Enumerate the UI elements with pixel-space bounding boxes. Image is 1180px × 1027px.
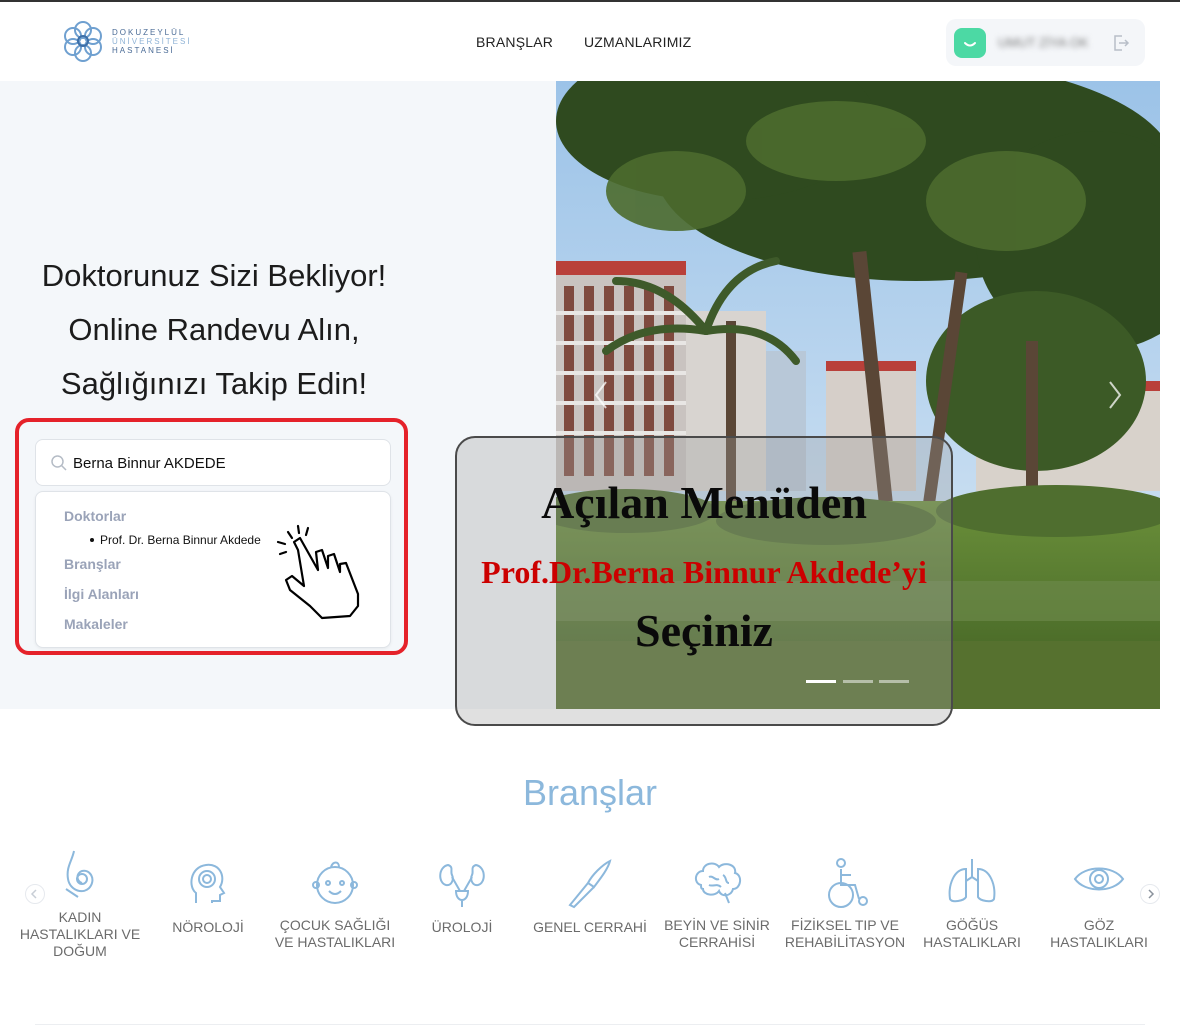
neurology-head-icon xyxy=(190,863,226,903)
branch-label: GÖĞÜS HASTALIKLARI xyxy=(923,917,1021,950)
category-interests: İlgi Alanları xyxy=(64,586,139,602)
list-bullet xyxy=(90,538,94,542)
branch-label: GENEL CERRAHİ xyxy=(533,919,647,935)
category-branches: Branşlar xyxy=(64,556,121,572)
logo-line-1: DOKUZEYLÜL xyxy=(112,28,186,37)
pointing-hand-icon xyxy=(276,524,360,620)
brain-icon xyxy=(695,862,741,904)
branch-label: NÖROLOJİ xyxy=(172,919,244,935)
branch-gynecology[interactable]: KADIN HASTALIKLARI VE DOĞUM xyxy=(17,845,143,959)
baby-face-icon xyxy=(312,861,358,904)
branch-label: GÖZ HASTALIKLARI xyxy=(1050,917,1148,950)
branch-label: ÜROLOJİ xyxy=(431,919,493,935)
eye-icon xyxy=(1073,867,1125,891)
logo-wordmark: DOKUZEYLÜL ÜNİVERSİTESİ HASTANESİ xyxy=(112,28,192,55)
branch-neurosurgery[interactable]: BEYİN VE SİNİR CERRAHİSİ xyxy=(654,845,780,950)
logo-line-2: ÜNİVERSİTESİ xyxy=(112,37,192,46)
hero-title: Doktorunuz Sizi Bekliyor! Online Randevu… xyxy=(0,249,428,411)
nav-specialists[interactable]: UZMANLARIMIZ xyxy=(584,34,691,50)
logo-flower-icon xyxy=(64,21,102,62)
hero-title-line-2: Online Randevu Alın, xyxy=(68,312,360,347)
pregnancy-icon xyxy=(65,850,94,898)
doctor-result-item[interactable]: Prof. Dr. Berna Binnur Akdede xyxy=(90,533,261,547)
carousel-indicator-3[interactable] xyxy=(879,680,909,683)
branch-physical-medicine[interactable]: FİZİKSEL TIP VE REHABİLİTASYON xyxy=(782,845,908,950)
lungs-icon xyxy=(948,859,996,903)
category-articles: Makaleler xyxy=(64,616,128,632)
smile-icon xyxy=(964,42,976,47)
nav-branches[interactable]: BRANŞLAR xyxy=(476,34,553,50)
search-input[interactable] xyxy=(73,452,373,474)
branch-pediatrics[interactable]: ÇOCUK SAĞLIĞI VE HASTALIKLARI xyxy=(272,845,398,950)
carousel-indicator-2[interactable] xyxy=(843,680,873,683)
hero-title-line-1: Doktorunuz Sizi Bekliyor! xyxy=(41,258,387,293)
search-box[interactable] xyxy=(35,439,391,486)
carousel-next-icon[interactable] xyxy=(1108,380,1122,410)
scalpel-icon xyxy=(568,859,612,909)
branch-label: BEYİN VE SİNİR CERRAHİSİ xyxy=(664,917,770,950)
branch-label: FİZİKSEL TIP VE REHABİLİTASYON xyxy=(784,917,906,950)
wheelchair-icon xyxy=(828,858,868,908)
hero-title-line-3: Sağlığınızı Takip Edin! xyxy=(60,366,368,401)
branch-neurology[interactable]: NÖROLOJİ xyxy=(145,845,271,935)
carousel-prev-icon[interactable] xyxy=(594,380,608,410)
doctor-result-label: Prof. Dr. Berna Binnur Akdede xyxy=(100,533,261,547)
category-doctors: Doktorlar xyxy=(64,508,127,524)
branch-ophthalmology[interactable]: GÖZ HASTALIKLARI xyxy=(1036,845,1162,950)
section-divider xyxy=(35,1024,1145,1025)
branch-label: ÇOCUK SAĞLIĞI VE HASTALIKLARI xyxy=(274,917,396,950)
branch-urology[interactable]: ÜROLOJİ xyxy=(399,845,525,935)
kidney-icon xyxy=(439,863,485,907)
branches-title: Branşlar xyxy=(522,772,658,813)
logo-line-3: HASTANESİ xyxy=(112,46,175,55)
callout-line-1: Açılan Menüden xyxy=(541,477,867,528)
search-icon xyxy=(51,455,67,471)
branch-chest-diseases[interactable]: GÖĞÜS HASTALIKLARI xyxy=(909,845,1035,950)
callout-line-3: Seçiniz xyxy=(635,605,773,656)
hospital-logo[interactable]: DOKUZEYLÜL ÜNİVERSİTESİ HASTANESİ xyxy=(60,18,190,64)
carousel-indicator-1[interactable] xyxy=(806,680,836,683)
branch-label: KADIN HASTALIKLARI VE DOĞUM xyxy=(19,909,141,959)
branch-general-surgery[interactable]: GENEL CERRAHİ xyxy=(527,845,653,935)
user-menu[interactable]: UMUT ZİYA OK xyxy=(946,19,1145,66)
header: DOKUZEYLÜL ÜNİVERSİTESİ HASTANESİ BRANŞL… xyxy=(0,2,1180,80)
logout-icon[interactable] xyxy=(1112,34,1130,52)
callout-line-2: Prof.Dr.Berna Binnur Akdede’yi xyxy=(481,554,927,590)
user-name: UMUT ZİYA OK xyxy=(998,35,1089,50)
avatar xyxy=(954,28,986,58)
